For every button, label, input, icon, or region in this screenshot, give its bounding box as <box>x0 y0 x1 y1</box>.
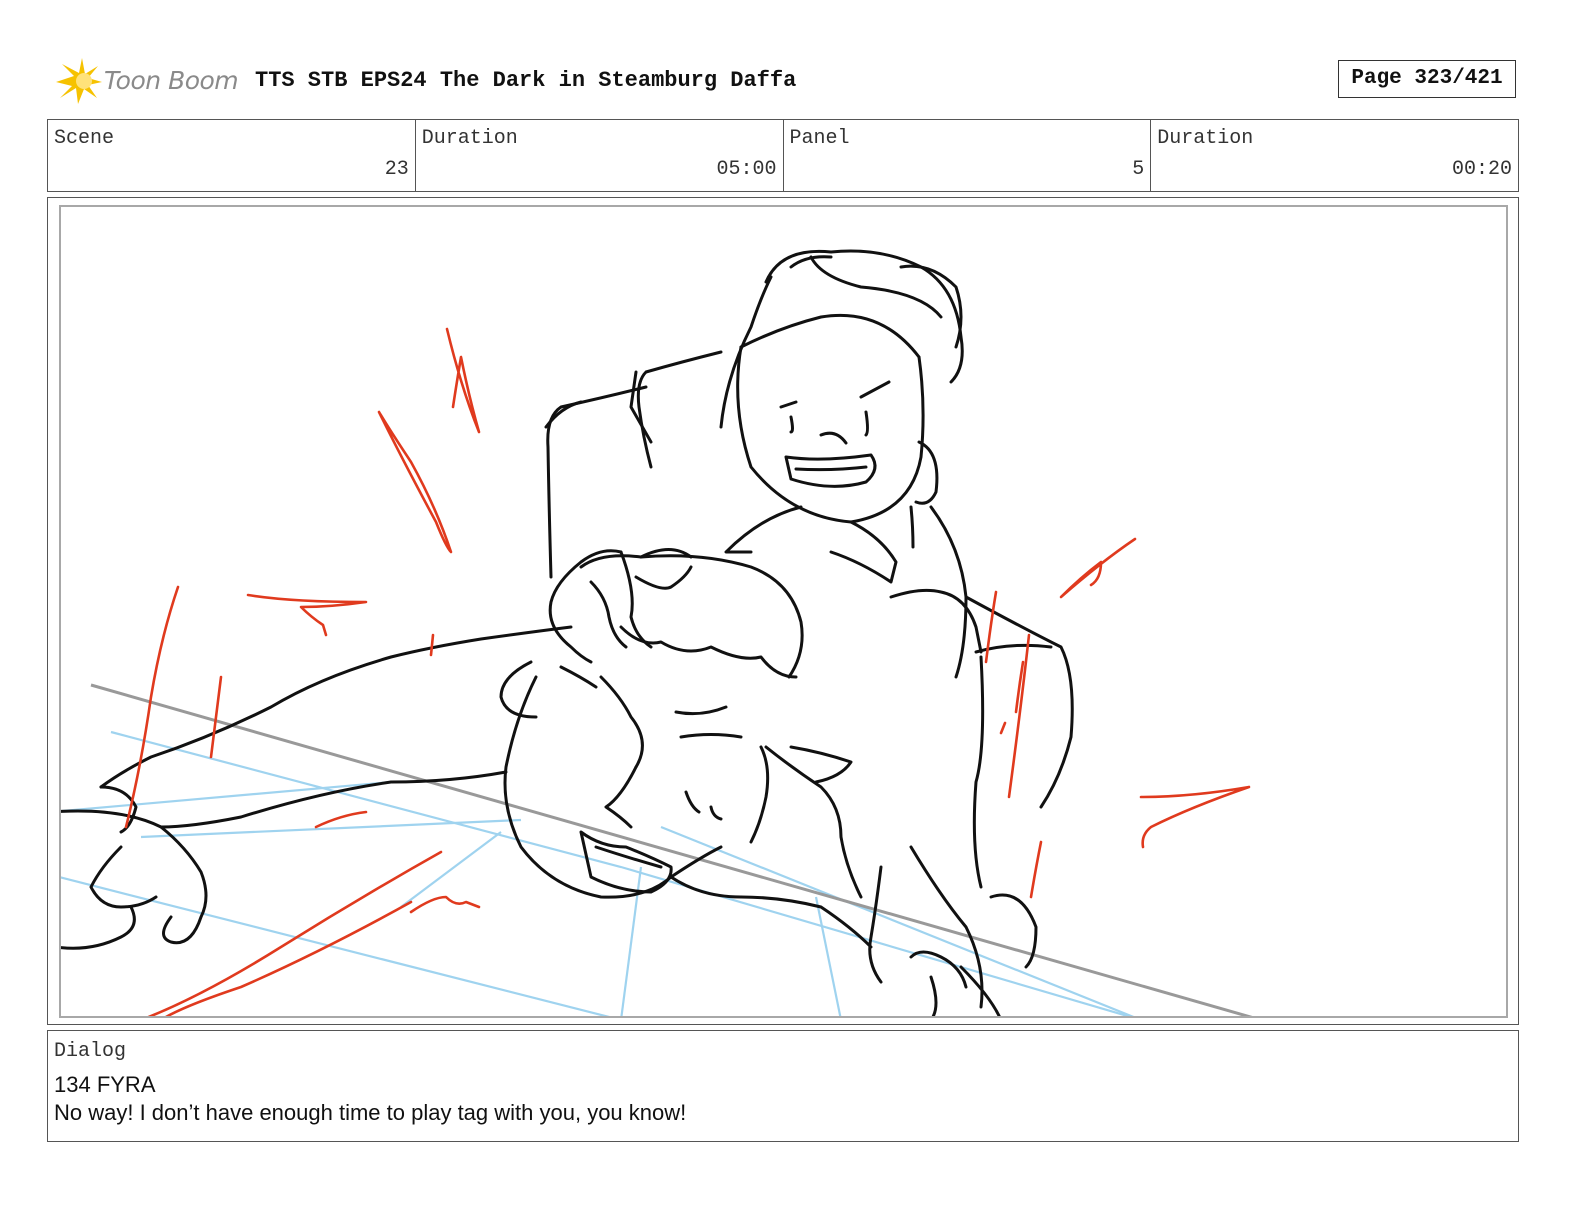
panel-value: 5 <box>1132 158 1145 181</box>
logo-text: Toon Boom <box>104 66 239 95</box>
page-header: Toon Boom TTS STB EPS24 The Dark in Stea… <box>52 56 1532 106</box>
panel-image <box>59 205 1508 1018</box>
panel-duration-cell: Duration 00:20 <box>1151 120 1518 191</box>
panel-label: Panel <box>789 127 850 150</box>
scene-duration-value: 05:00 <box>716 158 777 181</box>
document-title: TTS STB EPS24 The Dark in Steamburg Daff… <box>255 68 797 93</box>
storyboard-sketch <box>61 249 1253 1016</box>
page-number: Page 323/421 <box>1338 60 1516 98</box>
dialog-box: Dialog 134 FYRA No way! I don’t have eno… <box>47 1030 1519 1142</box>
toon-boom-logo: Toon Boom <box>52 56 242 106</box>
scene-duration-label: Duration <box>421 127 518 150</box>
dialog-label: Dialog <box>54 1040 127 1063</box>
dialog-speaker: 134 FYRA <box>54 1072 156 1097</box>
scene-label: Scene <box>54 127 115 150</box>
dialog-line: No way! I don’t have enough time to play… <box>54 1100 687 1125</box>
panel-duration-value: 00:20 <box>1451 158 1512 181</box>
panel-cell: Panel 5 <box>784 120 1152 191</box>
scene-cell: Scene 23 <box>48 120 416 191</box>
scene-duration-cell: Duration 05:00 <box>416 120 784 191</box>
starburst-icon <box>56 58 102 104</box>
scene-value: 23 <box>384 158 409 181</box>
panel-duration-label: Duration <box>1157 127 1254 150</box>
info-row: Scene 23 Duration 05:00 Panel 5 Duration… <box>47 119 1519 192</box>
